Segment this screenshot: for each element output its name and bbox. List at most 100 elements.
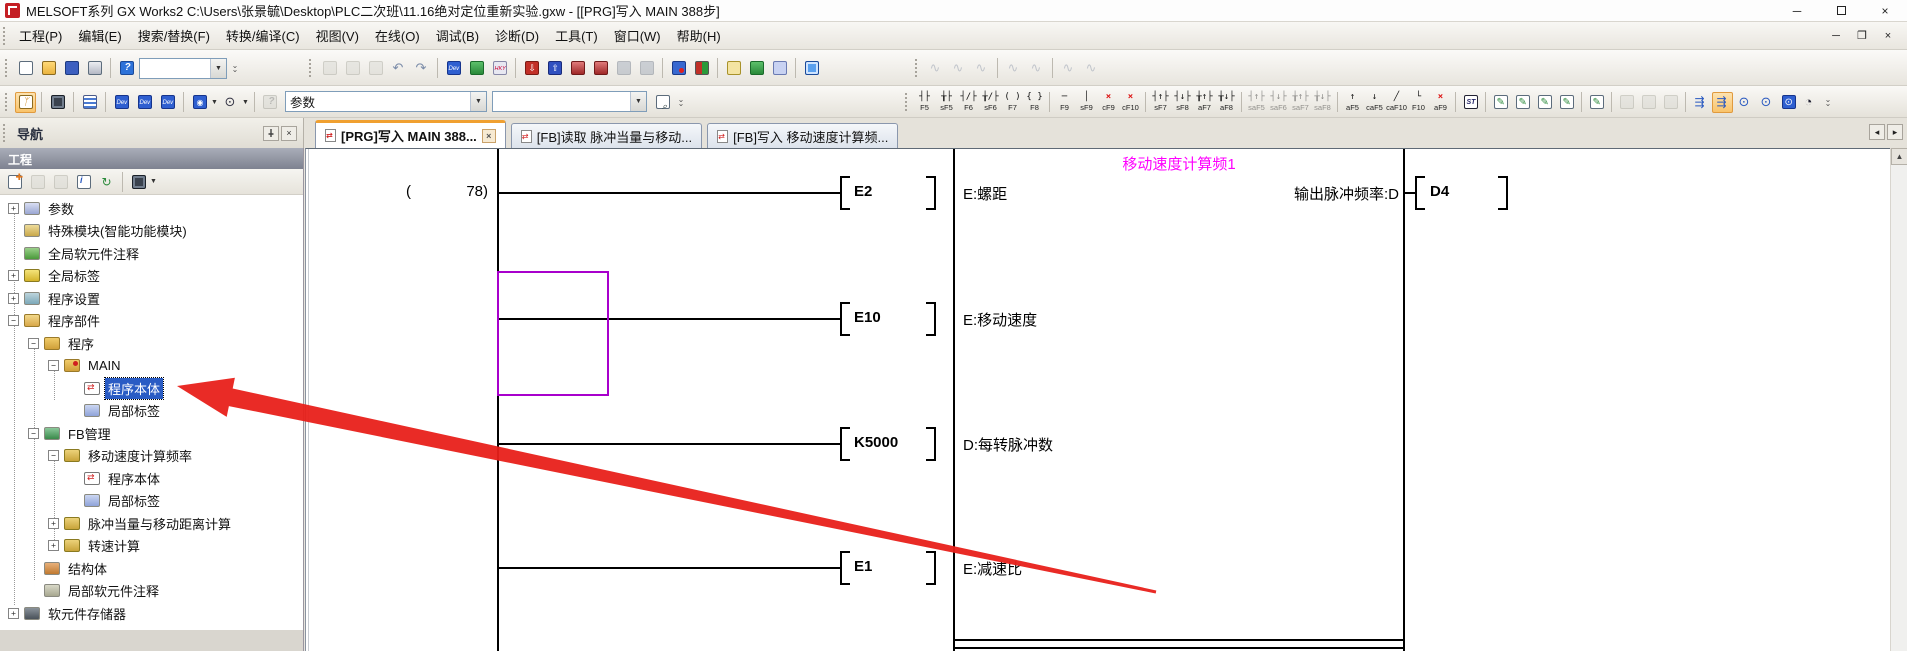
trace-wave-icon-5[interactable] [1026, 58, 1047, 79]
print-icon[interactable] [84, 58, 105, 79]
tab-prg-main[interactable]: [PRG]写入 MAIN 388... × [315, 120, 506, 148]
operand-value[interactable]: E2 [854, 183, 872, 200]
ladder-symbol-button-f7[interactable]: ( )F7 [1002, 89, 1023, 115]
tab-fb-read[interactable]: [FB]读取 脉冲当量与移动... [511, 123, 702, 148]
ladder-symbol-button-af8[interactable]: ╁↓├aF8 [1216, 89, 1237, 115]
tab-close-icon[interactable]: × [482, 129, 496, 143]
menu-view[interactable]: 视图(V) [308, 22, 367, 49]
pin-icon[interactable] [263, 126, 279, 141]
ladder-symbol-button-caf10[interactable]: ╱caF10 [1386, 89, 1407, 115]
trace-wave-icon-7[interactable] [1081, 58, 1102, 79]
device-comment-icon[interactable] [443, 58, 464, 79]
ladder-edit-icon[interactable] [1490, 92, 1511, 113]
note-icon[interactable] [1638, 92, 1659, 113]
trace-wave-icon-3[interactable] [971, 58, 992, 79]
close-icon[interactable]: × [281, 126, 297, 141]
ladder-symbol-button-af9[interactable]: ×aF9 [1430, 89, 1451, 115]
screen-icon[interactable] [801, 58, 822, 79]
tree-item-intelligent-module[interactable]: +特殊模块(智能功能模块) [0, 219, 303, 241]
undo-icon[interactable] [388, 58, 409, 79]
close-button[interactable]: × [1863, 0, 1907, 22]
operand-value[interactable]: E10 [854, 309, 881, 326]
mdi-minimize-button[interactable]: ─ [1823, 26, 1849, 46]
property-icon[interactable]: i [73, 171, 94, 192]
ladder-symbol-button-saf7[interactable]: ╁↑├saF7 [1290, 89, 1311, 115]
restore-button[interactable] [1819, 0, 1863, 22]
dropdown-arrow-icon[interactable]: ▼ [211, 99, 218, 106]
tree-item-program[interactable]: −程序 [0, 332, 303, 354]
trace-wave-icon-1[interactable] [925, 58, 946, 79]
output-operand[interactable]: D4 [1430, 183, 1449, 200]
expand-icon[interactable]: + [8, 608, 19, 619]
task-list-icon[interactable] [79, 92, 100, 113]
navigation-window-icon[interactable] [15, 92, 36, 113]
tree-item-structure[interactable]: +结构体 [0, 557, 303, 579]
program-combobox[interactable]: 参数 ▼ [285, 91, 487, 112]
block-edit-icon[interactable] [1556, 92, 1577, 113]
expand-icon[interactable]: + [8, 203, 19, 214]
function-block[interactable] [953, 149, 1405, 651]
tree-item-fb-local-label[interactable]: +局部标签 [0, 489, 303, 511]
tree-item-global-comment[interactable]: +全局软元件注释 [0, 242, 303, 264]
menu-convert-compile[interactable]: 转换/编译(C) [218, 22, 308, 49]
menu-window[interactable]: 窗口(W) [606, 22, 669, 49]
filter-icon[interactable] [128, 171, 149, 192]
tree-item-global-label[interactable]: +全局标签 [0, 264, 303, 286]
tree-item-device-memory[interactable]: +软元件存储器 [0, 602, 303, 624]
dev-comment-icon[interactable] [111, 92, 132, 113]
menu-online[interactable]: 在线(O) [367, 22, 428, 49]
statement-icon[interactable] [1616, 92, 1637, 113]
module-configuration-icon[interactable] [47, 92, 68, 113]
menu-find-replace[interactable]: 搜索/替换(F) [130, 22, 218, 49]
vertical-scrollbar[interactable]: ▲ [1890, 148, 1907, 651]
combo-dropdown-icon[interactable]: ▼ [630, 92, 646, 111]
ladder-symbol-button-saf8[interactable]: ╁↓├saF8 [1312, 89, 1333, 115]
toolbar-overflow-icon[interactable]: ⌄⌄ [675, 91, 687, 113]
tree-item-fb-speed-freq[interactable]: −移动速度计算频率 [0, 444, 303, 466]
monitor-start-icon[interactable] [668, 58, 689, 79]
read-from-plc-icon[interactable] [544, 58, 565, 79]
tree-item-program-body[interactable]: +程序本体 [0, 377, 303, 399]
coil-edit-icon[interactable] [1512, 92, 1533, 113]
new-data-icon[interactable]: ✚ [4, 171, 25, 192]
simulation-icon[interactable] [746, 58, 767, 79]
ladder-symbol-button-saf5[interactable]: ┤↑├saF5 [1246, 89, 1267, 115]
ladder-symbol-button-sf6[interactable]: ╁/├sF6 [980, 89, 1001, 115]
copy-icon[interactable] [27, 171, 48, 192]
monitor-stop-icon[interactable] [691, 58, 712, 79]
tree-item-fb-program-body[interactable]: +程序本体 [0, 467, 303, 489]
tree-item-fb-speed-calc[interactable]: +转速计算 [0, 534, 303, 556]
menu-help[interactable]: 帮助(H) [669, 22, 729, 49]
tree-item-program-setting[interactable]: +程序设置 [0, 287, 303, 309]
help-gray-icon[interactable] [260, 92, 281, 113]
tab-scroll-right-icon[interactable]: ▸ [1887, 124, 1903, 140]
ladder-symbol-button-f5[interactable]: ┤├F5 [914, 89, 935, 115]
collapse-icon[interactable]: − [48, 360, 59, 371]
write-to-plc-icon[interactable] [521, 58, 542, 79]
trace-wave-icon-6[interactable] [1058, 58, 1079, 79]
device-comment-edit-icon[interactable] [1586, 92, 1607, 113]
menu-diagnostics[interactable]: 诊断(D) [487, 22, 547, 49]
new-file-icon[interactable] [15, 58, 36, 79]
program-check-icon[interactable] [723, 58, 744, 79]
doc-find-icon[interactable]: ⌕ [652, 92, 673, 113]
verify-with-plc-icon[interactable] [567, 58, 588, 79]
ladder-symbol-button-sf8[interactable]: ┤↓├sF8 [1172, 89, 1193, 115]
operand-value[interactable]: E1 [854, 558, 872, 575]
menu-project[interactable]: 工程(P) [11, 22, 70, 49]
ladder-symbol-button-f10[interactable]: └F10 [1408, 89, 1429, 115]
zoom-combobox[interactable]: ▼ [139, 58, 227, 79]
tab-scroll-left-icon[interactable]: ◂ [1869, 124, 1885, 140]
expand-icon[interactable]: + [48, 518, 59, 529]
open-project-icon[interactable] [38, 58, 59, 79]
tree-item-parameter[interactable]: +参数 [0, 197, 303, 219]
cut-icon[interactable] [319, 58, 340, 79]
redo-icon[interactable] [411, 58, 432, 79]
ladder-symbol-button-saf6[interactable]: ┤↓├saF6 [1268, 89, 1289, 115]
menu-edit[interactable]: 编辑(E) [70, 22, 129, 49]
tree-item-pou[interactable]: −程序部件 [0, 309, 303, 331]
trace-wave-icon-2[interactable] [948, 58, 969, 79]
ladder-cursor[interactable] [497, 271, 609, 396]
tree-item-fb-pulse-distance[interactable]: +脉冲当量与移动距离计算 [0, 512, 303, 534]
expand-icon[interactable]: + [48, 540, 59, 551]
